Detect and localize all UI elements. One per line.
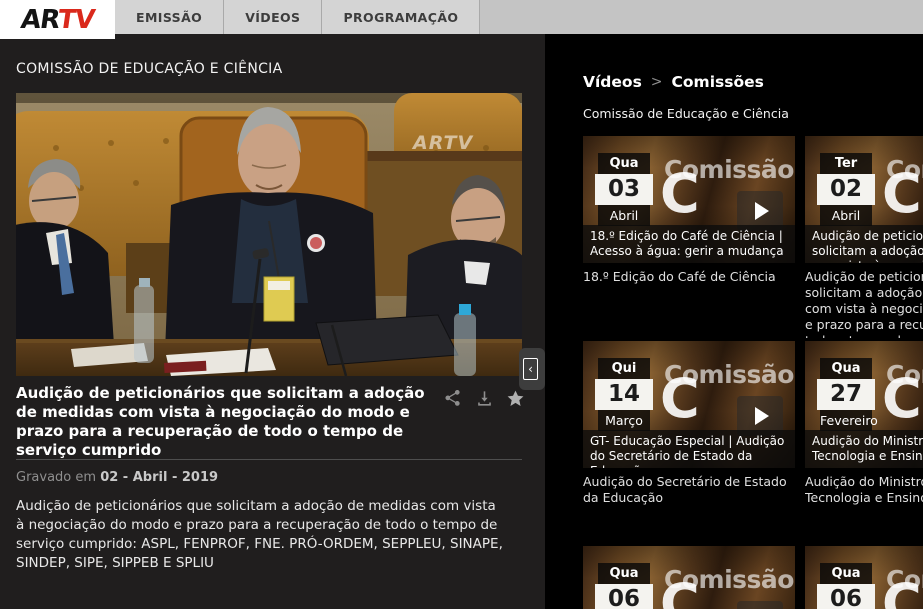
commission-title: COMISSÃO DE EDUCAÇÃO E CIÊNCIA (16, 61, 282, 77)
date-badge: Ter 02 Abril (817, 153, 875, 226)
video-thumbnail[interactable]: Comissão C Qua 06 (583, 546, 795, 609)
thumbnail-title-overlay: GT- Educação Especial | Audição do Secre… (583, 430, 795, 468)
badge-day-number: 02 (817, 174, 875, 205)
video-frame-scene: ARTV (16, 93, 522, 376)
play-icon (755, 202, 769, 220)
recorded-value: 02 - Abril - 2019 (100, 470, 218, 485)
badge-weekday: Qua (820, 358, 872, 379)
badge-day-number: 06 (595, 584, 653, 609)
tab-emissao[interactable]: EMISSÃO (115, 0, 223, 34)
thumbnail-brand-letter: C (660, 572, 700, 609)
badge-weekday: Qua (598, 563, 650, 584)
video-actions (443, 389, 525, 408)
artv-logo[interactable]: ARTV (0, 0, 115, 39)
badge-month: Março (598, 410, 650, 431)
video-card-caption[interactable]: Audição de peticionários que solicitam a… (805, 269, 923, 338)
video-thumbnail[interactable]: Comissão C Qua 06 (805, 546, 923, 609)
video-card[interactable]: Comissão C Qua 03 Abril 18.º Edição do C… (583, 136, 795, 338)
play-icon (755, 407, 769, 425)
badge-month: Fevereiro (820, 410, 872, 431)
breadcrumb-comissoes[interactable]: Comissões (672, 73, 764, 91)
video-player[interactable]: ARTV (16, 93, 522, 376)
thumbnail-title-overlay: 18.º Edição do Café de Ciência | Acesso … (583, 225, 795, 263)
thumbnail-brand-letter: C (882, 367, 922, 432)
video-card[interactable]: Comissão C Ter 02 Abril Audição de petic… (805, 136, 923, 338)
recorded-label: Gravado em (16, 470, 96, 485)
video-card[interactable]: Comissão C Qua 06 (583, 546, 795, 609)
breadcrumb: Vídeos > Comissões (583, 73, 923, 91)
badge-day-number: 03 (595, 174, 653, 205)
badge-weekday: Ter (820, 153, 872, 174)
video-card-caption[interactable]: Audição do Secretário de Estado da Educa… (583, 474, 795, 506)
commission-subtitle: Comissão de Educação e Ciência (583, 106, 923, 121)
tab-programacao[interactable]: PROGRAMAÇÃO (321, 0, 479, 34)
favorite-star-icon[interactable] (506, 389, 525, 408)
date-badge: Qua 03 Abril (595, 153, 653, 226)
thumbnail-brand-letter: C (882, 572, 922, 609)
video-thumbnail[interactable]: Comissão C Qua 03 Abril 18.º Edição do C… (583, 136, 795, 263)
divider (16, 459, 522, 460)
share-icon[interactable] (443, 389, 462, 408)
video-thumbnail[interactable]: Comissão C Qua 27 Fevereiro Audição do M… (805, 341, 923, 468)
play-button[interactable] (737, 601, 783, 609)
badge-weekday: Qua (820, 563, 872, 584)
breadcrumb-separator: > (651, 74, 663, 90)
thumbnail-title-overlay: Audição do Ministro da Ciência, Tecnolog… (805, 430, 923, 468)
badge-month: Abril (598, 205, 650, 226)
video-thumbnail[interactable]: Comissão C Ter 02 Abril Audição de petic… (805, 136, 923, 263)
video-card-grid: Comissão C Qua 03 Abril 18.º Edição do C… (583, 136, 923, 609)
thumbnail-brand-letter: C (660, 162, 700, 227)
video-card[interactable]: Comissão C Qui 14 Março GT- Educação Esp… (583, 341, 795, 543)
main-nav: EMISSÃO VÍDEOS PROGRAMAÇÃO (115, 0, 480, 34)
date-badge: Qua 06 (817, 563, 875, 609)
badge-month: Abril (820, 205, 872, 226)
date-badge: Qua 06 (595, 563, 653, 609)
thumbnail-title-overlay: Audição de peticionários que solicitam a… (805, 225, 923, 263)
badge-weekday: Qui (598, 358, 650, 379)
chevron-left-icon: ‹ (523, 358, 538, 380)
video-detail-panel: COMISSÃO DE EDUCAÇÃO E CIÊNCIA (0, 34, 545, 609)
related-videos-panel: Vídeos > Comissões Comissão de Educação … (545, 34, 923, 609)
date-badge: Qua 27 Fevereiro (817, 358, 875, 431)
date-badge: Qui 14 Março (595, 358, 653, 431)
thumbnail-brand-letter: C (882, 162, 922, 227)
recorded-date-line: Gravado em 02 - Abril - 2019 (16, 470, 218, 485)
video-card-caption[interactable]: Audição do Ministro da Ciência, Tecnolog… (805, 474, 923, 506)
top-header: EMISSÃO VÍDEOS PROGRAMAÇÃO (0, 0, 923, 34)
badge-day-number: 06 (817, 584, 875, 609)
badge-day-number: 14 (595, 379, 653, 410)
video-card[interactable]: Comissão C Qua 27 Fevereiro Audição do M… (805, 341, 923, 543)
video-watermark: ARTV (411, 132, 473, 154)
breadcrumb-videos[interactable]: Vídeos (583, 73, 642, 91)
badge-day-number: 27 (817, 379, 875, 410)
tab-videos[interactable]: VÍDEOS (223, 0, 321, 34)
video-description: Audição de peticionários que solicitam a… (16, 497, 508, 573)
download-icon[interactable] (475, 389, 494, 408)
badge-weekday: Qua (598, 153, 650, 174)
video-title: Audição de peticionários que solicitam a… (16, 384, 438, 460)
artv-logo-text: ARTV (19, 5, 96, 35)
video-thumbnail[interactable]: Comissão C Qui 14 Março GT- Educação Esp… (583, 341, 795, 468)
video-card-caption[interactable]: 18.º Edição do Café de Ciência (583, 269, 795, 285)
video-card[interactable]: Comissão C Qua 06 (805, 546, 923, 609)
thumbnail-brand-letter: C (660, 367, 700, 432)
panel-collapse-handle[interactable]: ‹ (519, 348, 545, 390)
